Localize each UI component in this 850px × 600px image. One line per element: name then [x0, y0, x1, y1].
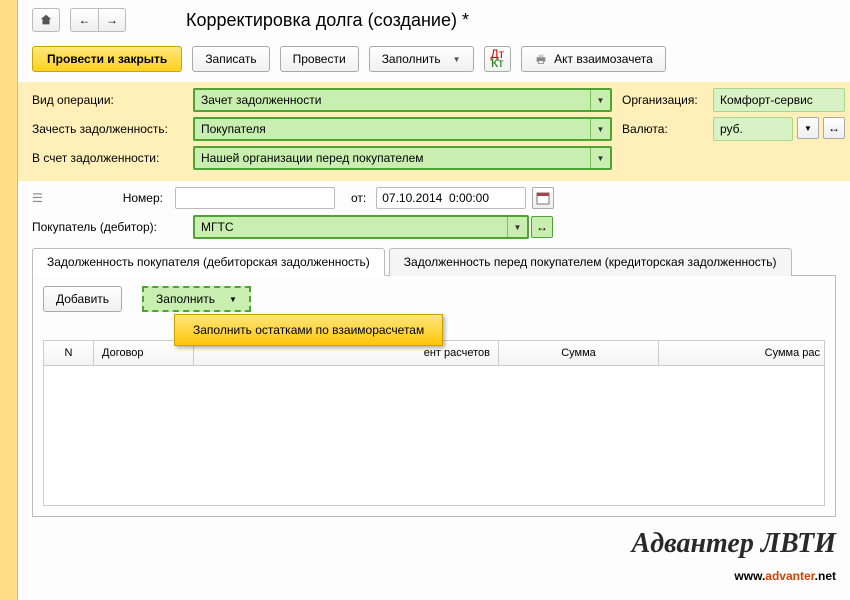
page-title: Корректировка долга (создание) * — [186, 10, 469, 31]
against-debt-select[interactable]: Нашей организации перед покупателем ▼ — [193, 146, 612, 170]
currency-label: Валюта: — [622, 122, 707, 136]
currency-value: руб. — [720, 122, 743, 136]
against-debt-value: Нашей организации перед покупателем — [201, 151, 424, 165]
tab-receivable[interactable]: Задолженность покупателя (дебиторская за… — [32, 248, 385, 276]
number-label: Номер: — [54, 191, 169, 205]
arrow-left-icon: ← — [79, 13, 91, 27]
op-type-label: Вид операции: — [32, 93, 187, 107]
col-amount-calc: Сумма рас — [659, 341, 824, 365]
op-type-select[interactable]: Зачет задолженности ▼ — [193, 88, 612, 112]
from-label: от: — [341, 191, 370, 205]
org-field[interactable]: Комфорт-сервис — [713, 88, 845, 112]
home-button[interactable] — [32, 8, 60, 32]
watermark: Адвантер ЛВТИ www.advanter.net — [632, 528, 836, 586]
buyer-label: Покупатель (дебитор): — [32, 220, 187, 234]
fill-rows-label: Заполнить — [156, 292, 215, 306]
open-icon: ↔ — [828, 121, 840, 135]
col-amount: Сумма — [499, 341, 659, 365]
fill-popup-item[interactable]: Заполнить остатками по взаиморасчетам — [174, 314, 443, 346]
post-button[interactable]: Провести — [280, 46, 359, 72]
date-input[interactable] — [376, 187, 526, 209]
table-body[interactable] — [43, 366, 825, 506]
chevron-down-icon: ▼ — [590, 148, 610, 168]
currency-open-button[interactable]: ↔ — [823, 117, 845, 139]
tab-payable[interactable]: Задолженность перед покупателем (кредито… — [389, 248, 792, 276]
fill-dropdown-button[interactable]: Заполнить — [369, 46, 474, 72]
save-button[interactable]: Записать — [192, 46, 269, 72]
dtkt-icon: ДтКт — [491, 50, 505, 68]
dtkt-button[interactable]: ДтКт — [484, 46, 512, 72]
home-icon — [39, 13, 53, 27]
offset-debt-label: Зачесть задолженность: — [32, 122, 187, 136]
open-icon: ↔ — [536, 220, 548, 234]
back-button[interactable]: ← — [70, 8, 98, 32]
add-row-button[interactable]: Добавить — [43, 286, 122, 312]
act-button-label: Акт взаимозачета — [554, 52, 653, 66]
printer-icon — [534, 52, 548, 66]
chevron-down-icon: ▼ — [590, 90, 610, 110]
number-input[interactable] — [175, 187, 335, 209]
offset-debt-value: Покупателя — [201, 122, 266, 136]
org-label: Организация: — [622, 93, 707, 107]
offset-debt-select[interactable]: Покупателя ▼ — [193, 117, 612, 141]
act-button[interactable]: Акт взаимозачета — [521, 46, 666, 72]
calendar-icon — [536, 191, 550, 205]
forward-button[interactable]: → — [98, 8, 126, 32]
col-n: N — [44, 341, 94, 365]
left-sidebar-strip — [0, 0, 18, 600]
against-debt-label: В счет задолженности: — [32, 151, 187, 165]
post-and-close-button[interactable]: Провести и закрыть — [32, 46, 182, 72]
org-value: Комфорт-сервис — [720, 93, 813, 107]
currency-drop-button[interactable]: ▼ — [797, 117, 819, 139]
arrow-right-icon: → — [106, 13, 118, 27]
chevron-down-icon: ▼ — [804, 124, 812, 133]
list-icon: ☰ — [32, 191, 48, 205]
currency-field[interactable]: руб. — [713, 117, 793, 141]
chevron-down-icon: ▼ — [507, 217, 527, 237]
buyer-select[interactable]: МГТС ▼ — [193, 215, 529, 239]
op-type-value: Зачет задолженности — [201, 93, 321, 107]
chevron-down-icon: ▼ — [590, 119, 610, 139]
fill-rows-dropdown[interactable]: Заполнить — [142, 286, 251, 312]
calendar-button[interactable] — [532, 187, 554, 209]
buyer-value: МГТС — [201, 220, 234, 234]
buyer-open-button[interactable]: ↔ — [531, 216, 553, 238]
